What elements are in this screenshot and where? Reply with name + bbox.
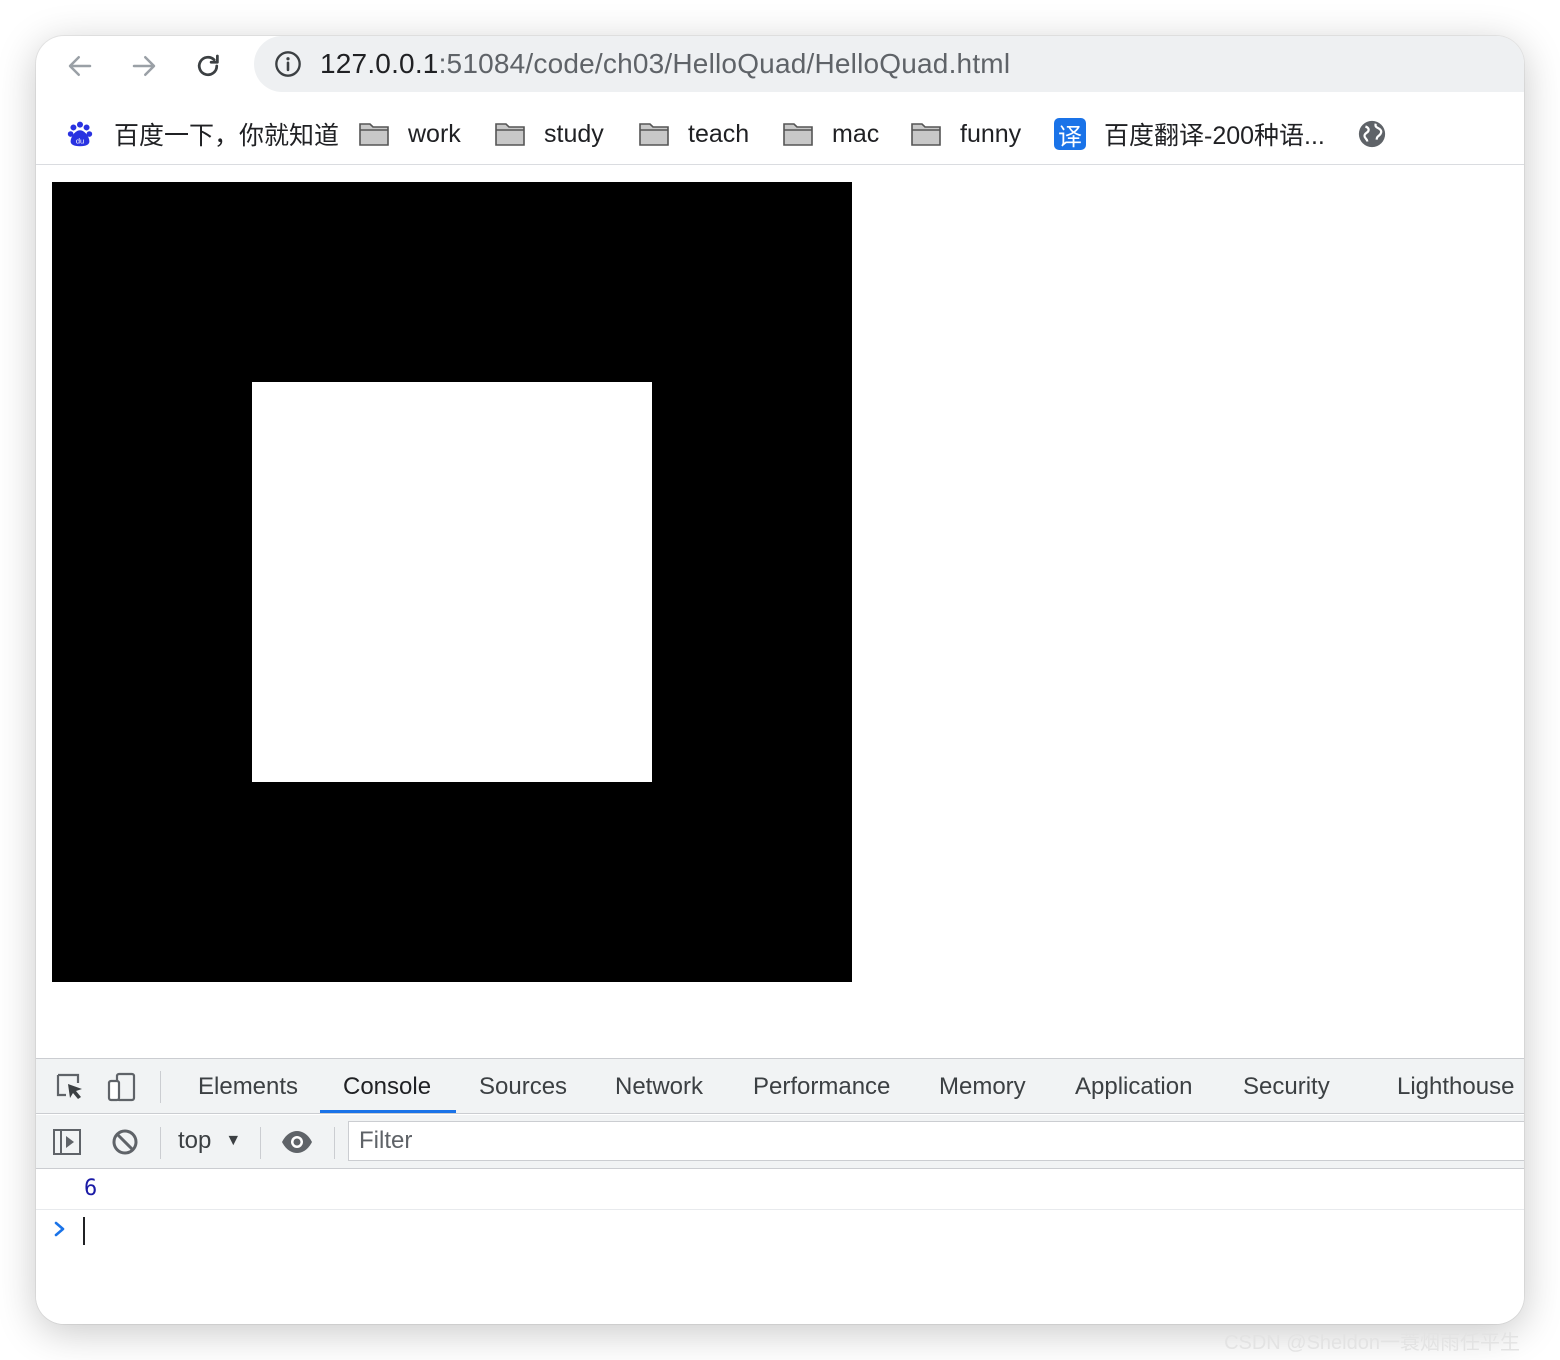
folder-icon [910,118,942,150]
tab-elements[interactable]: Elements [198,1059,298,1114]
bookmark-folder-study[interactable]: study [494,114,604,154]
toolbar-separator [160,1071,161,1103]
watermark: CSDN @Sheldon一蓑烟雨任平生 [1224,1332,1520,1354]
globe-icon [1356,118,1388,150]
toolbar-separator [334,1127,335,1159]
baidu-paw-icon: du [64,118,96,150]
bookmark-label: 百度一下，你就知道 [114,122,340,150]
console-message: 6 [36,1170,1524,1210]
tab-console[interactable]: Console [343,1059,431,1114]
forward-button[interactable] [124,46,164,86]
tab-performance[interactable]: Performance [753,1059,890,1114]
svg-text:du: du [76,136,84,145]
folder-icon [638,118,670,150]
url-host: 127.0.0.1 [320,48,439,79]
arrow-right-icon [132,56,156,76]
reload-button[interactable] [188,46,228,86]
device-toolbar-icon[interactable] [106,1071,138,1103]
bookmark-folder-work[interactable]: work [358,114,461,154]
arrow-left-icon [68,56,92,76]
translate-icon: 译 [1054,118,1086,151]
bookmark-folder-teach[interactable]: teach [638,114,749,154]
sidebar-toggle-icon[interactable] [52,1127,82,1157]
devtools-panel: Elements Console Sources Network Performance… [36,1058,1524,1324]
console-toolbar: top ▼ [36,1115,1524,1169]
reload-icon [197,54,219,77]
console-output-value: 6 [84,1176,98,1201]
address-bar[interactable]: 127.0.0.1:51084/code/ch03/HelloQuad/Hell… [254,36,1524,92]
white-quad [252,382,652,782]
text-caret [83,1217,85,1245]
bookmark-label: funny [960,119,1022,148]
tab-application[interactable]: Application [1075,1059,1192,1114]
bookmark-label: teach [688,119,750,148]
bookmark-globe[interactable] [1356,114,1406,154]
toolbar-separator [260,1127,261,1159]
tab-network[interactable]: Network [615,1059,703,1114]
bookmark-label: mac [832,119,880,148]
context-selector[interactable]: top ▼ [178,1127,241,1155]
context-label: top [178,1127,212,1154]
tab-lighthouse[interactable]: Lighthouse [1397,1059,1514,1114]
chevron-right-icon [54,1221,65,1237]
toolbar-divider [36,164,1524,165]
console-prompt[interactable] [36,1211,1524,1255]
active-tab-indicator [320,1110,456,1113]
live-expression-eye-icon[interactable] [280,1128,314,1156]
bookmark-label: study [544,119,604,148]
tab-security[interactable]: Security [1243,1059,1330,1114]
clear-console-icon[interactable] [110,1127,140,1157]
info-icon[interactable] [274,50,302,78]
browser-window: 127.0.0.1:51084/code/ch03/HelloQuad/Hell… [36,36,1524,1324]
tab-memory[interactable]: Memory [939,1059,1026,1114]
bookmark-label: work [408,119,461,148]
bookmarks-bar: du 百度一下，你就知道 work study teach mac funny … [36,104,1524,164]
url-path: :51084/code/ch03/HelloQuad/HelloQuad.htm… [438,48,1011,79]
folder-icon [494,118,526,150]
bookmark-baidu-translate[interactable]: 译 百度翻译-200种语... [1054,114,1325,154]
bookmark-folder-mac[interactable]: mac [782,114,879,154]
back-button[interactable] [60,46,100,86]
tab-sources[interactable]: Sources [479,1059,567,1114]
dropdown-arrow-icon: ▼ [225,1132,242,1149]
bookmark-baidu[interactable]: du 百度一下，你就知道 [64,114,339,154]
folder-icon [782,118,814,150]
url-text[interactable]: 127.0.0.1:51084/code/ch03/HelloQuad/Hell… [320,48,1010,80]
toolbar-separator [160,1127,161,1159]
bookmark-folder-funny[interactable]: funny [910,114,1021,154]
console-filter-input[interactable] [348,1121,1524,1161]
webgl-canvas [52,182,852,982]
browser-toolbar: 127.0.0.1:51084/code/ch03/HelloQuad/Hell… [36,36,1524,96]
bookmark-label: 百度翻译-200种语... [1104,122,1325,150]
devtools-tabbar: Elements Console Sources Network Performance… [36,1059,1524,1114]
folder-icon [358,118,390,150]
inspect-element-icon[interactable] [54,1071,86,1103]
